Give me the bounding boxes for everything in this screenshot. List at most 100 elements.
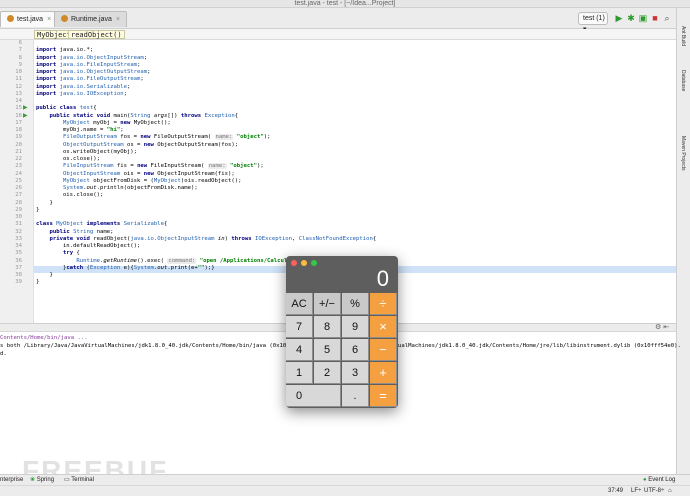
- console-line: d.: [0, 351, 7, 357]
- code-line: myObj.name = "hi";: [36, 127, 124, 133]
- calc-key[interactable]: ÷: [370, 293, 397, 315]
- calc-key[interactable]: ×: [370, 316, 397, 338]
- spring-icon: ❀: [30, 477, 36, 483]
- code-line: MyObject objectFromDisk = (MyObject)ois.…: [62, 177, 242, 184]
- breadcrumb-method[interactable]: readObject(): [68, 30, 125, 39]
- calc-key[interactable]: .: [342, 385, 369, 407]
- tool-tab-terminal[interactable]: ▭ Terminal: [64, 475, 94, 485]
- close-window-button[interactable]: [291, 260, 297, 266]
- line-number: 14: [15, 98, 22, 104]
- line-number: 34: [15, 243, 22, 249]
- code-line: FileInputStream fis = new FileInputStrea…: [62, 163, 264, 170]
- line-number: 31: [15, 221, 22, 228]
- code-line: MyObject myObj = new MyObject();: [62, 119, 171, 126]
- calc-key[interactable]: =: [370, 385, 397, 407]
- calc-key[interactable]: 0: [286, 385, 341, 407]
- line-number: 27: [15, 192, 22, 199]
- run-config-label: test (1): [583, 15, 605, 22]
- line-number: 33: [15, 235, 22, 242]
- caret-position[interactable]: 37:49: [608, 486, 623, 496]
- line-number: 37: [15, 264, 22, 271]
- tab-runtime-java[interactable]: Runtime.java ×: [54, 11, 127, 27]
- tab-label: test.java: [17, 16, 44, 23]
- debug-icon[interactable]: ✱: [626, 12, 636, 24]
- code-line: os.writeObject(myObj);: [36, 148, 138, 155]
- calc-key[interactable]: %: [342, 293, 369, 315]
- calc-key[interactable]: 2: [314, 362, 341, 384]
- line-number: 25: [15, 177, 22, 184]
- calc-key[interactable]: 5: [314, 339, 341, 361]
- line-number: 24: [15, 170, 22, 177]
- code-line: private void readObject(java.io.ObjectIn…: [49, 235, 377, 242]
- calc-key[interactable]: 3: [342, 362, 369, 384]
- line-gutter: 6 7 8 9 10 11 12 13 14 15 ▶ 16 ▶ 17 18 19 20 21 22 23 24 25 26…: [0, 40, 34, 323]
- right-tool-strip: Ant Build Database Maven Projects: [676, 8, 690, 474]
- line-number: 16: [15, 112, 22, 119]
- tool-maven-projects[interactable]: Maven Projects: [680, 136, 686, 170]
- close-icon[interactable]: ×: [47, 16, 51, 23]
- line-number: 39: [15, 279, 22, 286]
- close-icon[interactable]: ×: [116, 16, 120, 23]
- calc-key[interactable]: 7: [286, 316, 313, 338]
- calculator-display: 0: [376, 266, 389, 291]
- calc-key[interactable]: 8: [314, 316, 341, 338]
- line-number: 30: [15, 214, 22, 220]
- code-line: Runtime.getRuntime().exec( command: "ope…: [76, 257, 294, 264]
- calc-key[interactable]: 6: [342, 339, 369, 361]
- lock-icon[interactable]: ⌂: [668, 486, 672, 496]
- console-line: Contents/Home/bin/java ...: [0, 335, 88, 341]
- calculator-window[interactable]: 0 AC +/−% ÷ 7 8 9 × 4 5 6− 1 2 3 +0. =: [286, 256, 398, 408]
- run-gutter-icon[interactable]: ▶: [23, 113, 28, 120]
- tool-window-bar: nterprise ❀ Spring ▭ Terminal ● Event Lo…: [0, 474, 690, 485]
- line-number: 32: [15, 228, 22, 235]
- event-log-icon: ●: [643, 477, 647, 483]
- tool-database[interactable]: Database: [680, 70, 686, 91]
- code-line: }: [36, 199, 53, 206]
- code-line: import java.io.IOException;: [36, 90, 127, 97]
- line-number: 36: [15, 257, 22, 264]
- run-gutter-icon[interactable]: ▶: [23, 105, 28, 112]
- line-separator[interactable]: LF÷: [631, 486, 641, 496]
- line-number: 9: [18, 61, 22, 68]
- line-number: 17: [15, 119, 22, 126]
- code-line: }: [36, 279, 40, 286]
- tab-test-java[interactable]: test.java ×: [0, 11, 59, 27]
- calc-key[interactable]: −: [370, 339, 397, 361]
- calc-key[interactable]: +/−: [314, 293, 341, 315]
- run-icon[interactable]: ▶: [614, 12, 624, 24]
- tool-tab-enterprise[interactable]: nterprise: [0, 475, 23, 485]
- code-line: in.defaultReadObject();: [36, 243, 141, 249]
- code-line: public class test{: [36, 105, 97, 112]
- event-log-button[interactable]: ● Event Log: [643, 475, 675, 485]
- line-number: 8: [18, 54, 22, 61]
- tool-tab-spring[interactable]: ❀ Spring: [30, 475, 54, 485]
- run-config-select[interactable]: test (1) ▾: [578, 12, 608, 33]
- stop-icon[interactable]: ■: [650, 12, 660, 24]
- calc-key[interactable]: AC: [286, 293, 313, 315]
- coverage-icon[interactable]: ▣: [638, 12, 648, 24]
- calc-key[interactable]: +: [370, 362, 397, 384]
- line-number: 10: [15, 69, 22, 75]
- tool-tab-label: Terminal: [71, 477, 94, 483]
- calc-key[interactable]: 1: [286, 362, 313, 384]
- search-icon[interactable]: ⌕: [662, 12, 672, 24]
- code-line: }: [36, 206, 40, 213]
- line-number: 38: [15, 272, 22, 278]
- line-number: 19: [15, 134, 22, 141]
- code-line: class MyObject implements Serializable{: [36, 221, 168, 228]
- file-encoding[interactable]: UTF-8÷: [644, 486, 664, 496]
- code-line: ObjectOutputStream os = new ObjectOutput…: [62, 141, 239, 148]
- calc-key[interactable]: 4: [286, 339, 313, 361]
- code-line: }: [36, 272, 53, 278]
- code-line: FileOutputStream fos = new FileOutputStr…: [62, 134, 271, 141]
- tool-tab-label: Spring: [36, 477, 55, 483]
- line-number: 13: [15, 90, 22, 97]
- gear-icon[interactable]: ⚙ ⇤: [655, 324, 669, 332]
- code-line: import java.io.Serializable;: [36, 83, 131, 90]
- zoom-window-button[interactable]: [311, 260, 317, 266]
- calc-key[interactable]: 9: [342, 316, 369, 338]
- minimize-window-button[interactable]: [301, 260, 307, 266]
- code-line: import java.io.*;: [36, 47, 94, 54]
- tool-ant-build[interactable]: Ant Build: [680, 26, 686, 46]
- code-line: ObjectInputStream ois = new ObjectInputS…: [62, 170, 235, 177]
